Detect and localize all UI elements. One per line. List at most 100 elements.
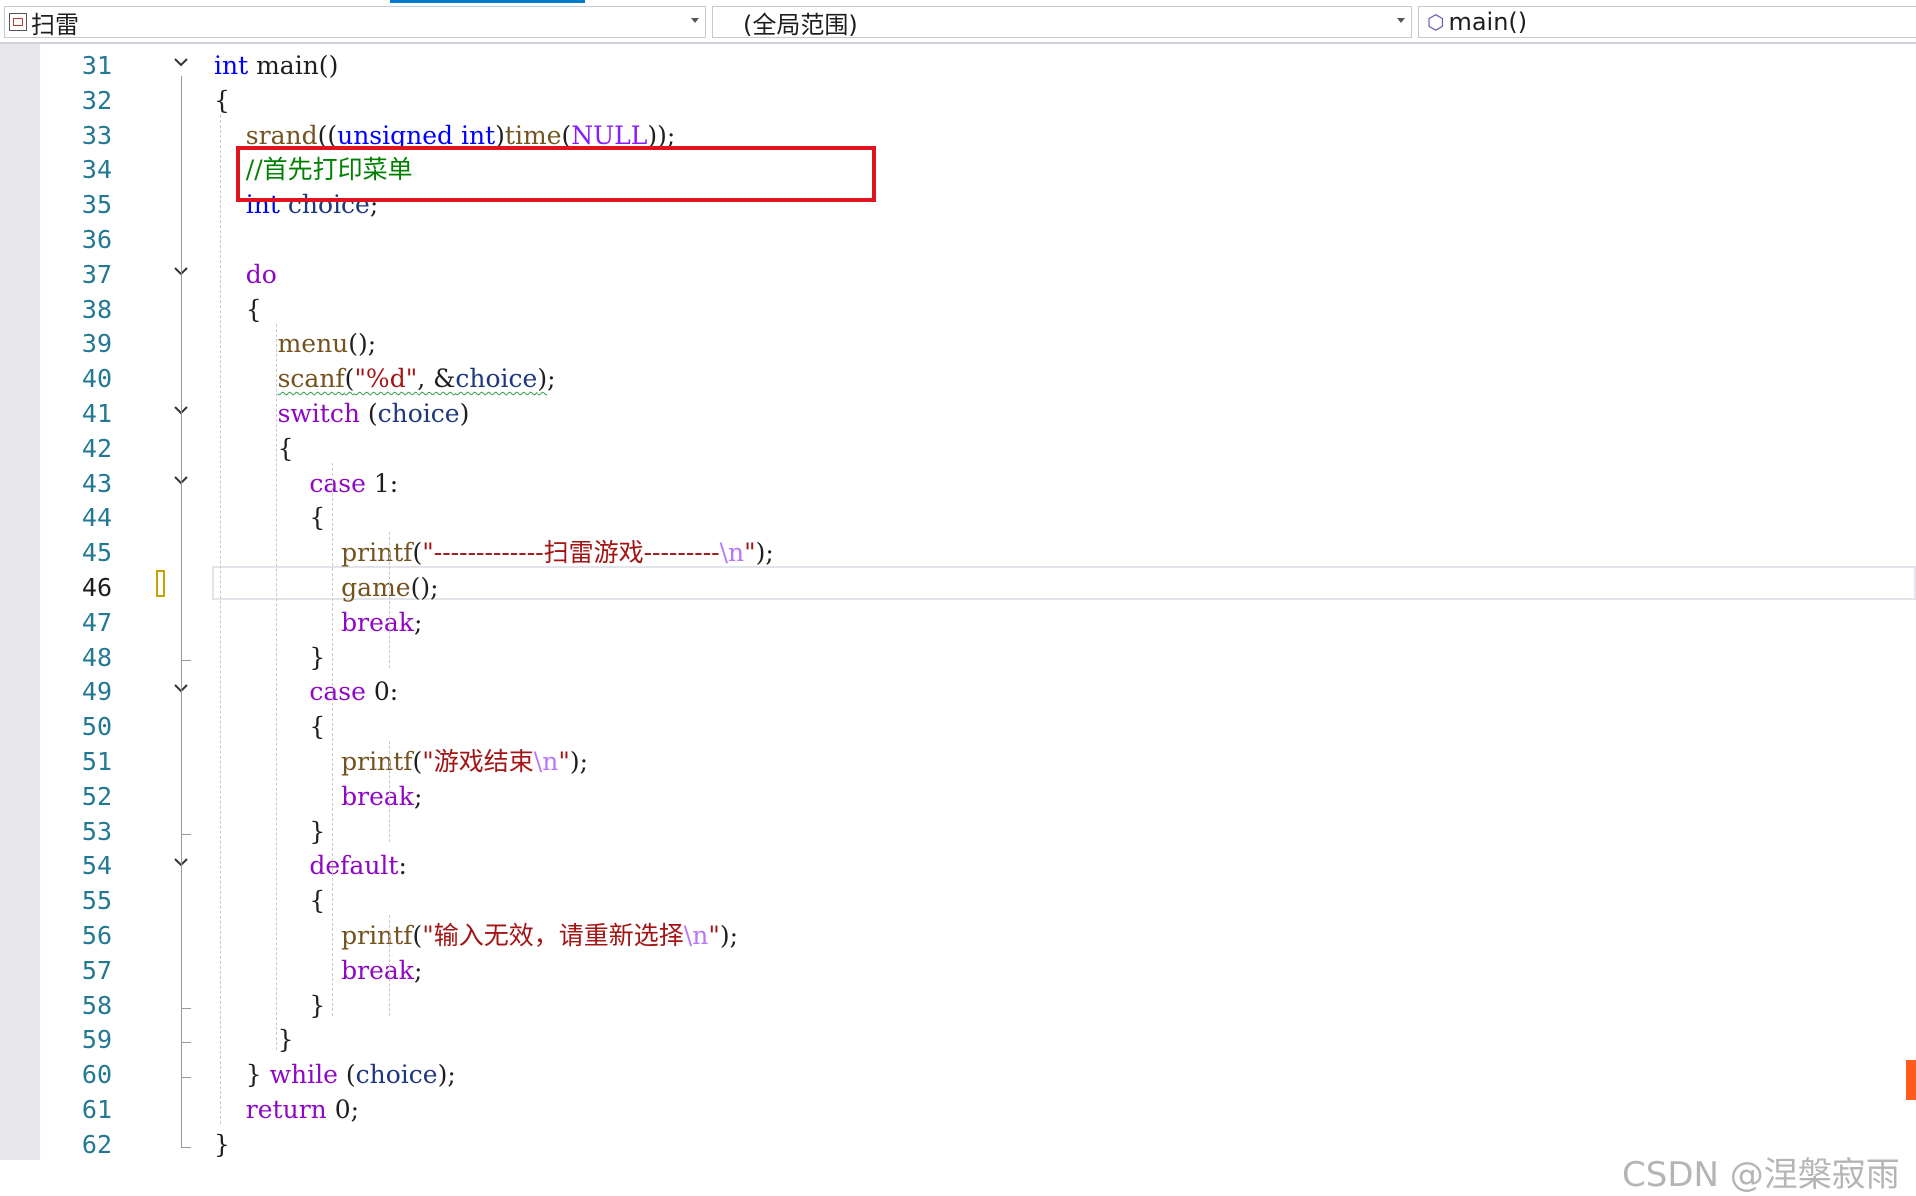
line-number: 56 (81, 921, 112, 950)
code-token: printf (341, 538, 413, 568)
code-line[interactable]: 45 printf("-------------扫雷游戏---------\n"… (0, 535, 1916, 570)
indent-guide (389, 915, 390, 1016)
code-text: } while (choice); (214, 1057, 456, 1092)
member-name: main() (1448, 8, 1528, 36)
code-text: { (214, 292, 262, 327)
code-token: ); (437, 1060, 456, 1090)
code-line[interactable]: 55 { (0, 883, 1916, 918)
code-token: default (309, 851, 399, 881)
code-token: ( (412, 747, 423, 776)
indent-guide (389, 532, 390, 668)
method-cube-icon: ⬡ (1427, 10, 1445, 34)
navigation-bar: 扫雷 (全局范围) ⬡ main() (0, 0, 1916, 44)
collapse-chevron-icon[interactable] (174, 57, 188, 69)
code-line[interactable]: 37 do (0, 257, 1916, 292)
code-line[interactable]: 39 menu(); (0, 326, 1916, 361)
code-token: ; (413, 607, 423, 637)
line-number: 43 (81, 468, 112, 498)
collapse-chevron-icon[interactable] (174, 266, 188, 278)
code-token: choice (355, 1060, 438, 1090)
code-token: return (245, 1095, 327, 1124)
code-line[interactable]: 47 break; (0, 605, 1916, 640)
outline-bar-end (181, 1007, 191, 1009)
code-token: } (214, 1060, 270, 1090)
code-token: "%d" (354, 364, 418, 394)
code-token: : (398, 851, 407, 881)
line-number: 42 (81, 433, 112, 463)
code-text: case 0: (214, 674, 398, 709)
code-line[interactable]: 43 case 1: (0, 466, 1916, 501)
code-token: \n (719, 538, 745, 568)
chevron-down-icon[interactable] (691, 18, 699, 23)
code-text: scanf("%d", &choice); (214, 361, 556, 396)
code-token: } (214, 990, 326, 1020)
scope-dropdown[interactable]: (全局范围) (712, 6, 1412, 39)
project-dropdown[interactable]: 扫雷 (4, 6, 706, 39)
code-line[interactable]: 61 return 0; (0, 1092, 1916, 1127)
line-number: 47 (81, 607, 112, 637)
code-line[interactable]: 56 printf("输入无效，请重新选择\n"); (0, 918, 1916, 953)
code-text: int main() (214, 48, 338, 83)
code-token: } (214, 1025, 294, 1055)
indent-guide (332, 462, 333, 1016)
code-line[interactable]: 50 { (0, 709, 1916, 744)
code-line[interactable]: 49 case 0: (0, 674, 1916, 709)
code-line[interactable]: 36 (0, 222, 1916, 257)
code-token: ; (547, 364, 556, 394)
line-number: 62 (81, 1129, 112, 1159)
collapse-chevron-icon[interactable] (174, 683, 188, 695)
code-line[interactable]: 44 { (0, 500, 1916, 535)
member-dropdown[interactable]: ⬡ main() (1418, 6, 1916, 38)
code-text: break; (214, 953, 422, 988)
code-text: printf("游戏结束\n"); (214, 744, 588, 779)
code-line[interactable]: 59 } (0, 1022, 1916, 1057)
code-line[interactable]: 51 printf("游戏结束\n"); (0, 744, 1916, 779)
code-line[interactable]: 48 } (0, 640, 1916, 675)
code-line[interactable]: 42 { (0, 431, 1916, 466)
line-number: 39 (81, 329, 112, 359)
code-token: { (214, 85, 230, 115)
code-line[interactable]: 60 } while (choice); (0, 1057, 1916, 1092)
code-token: ); (755, 538, 774, 568)
code-token: 0; (326, 1095, 360, 1124)
indent-guide (276, 323, 277, 1051)
code-line[interactable]: 41 switch (choice) (0, 396, 1916, 431)
code-token: \n (533, 747, 559, 776)
code-text: { (214, 431, 294, 466)
code-line[interactable]: 54 default: (0, 848, 1916, 883)
code-line[interactable]: 46 game(); (0, 570, 1916, 605)
code-token: "游戏结束 (422, 747, 534, 776)
code-token: } (214, 642, 326, 672)
code-line[interactable]: 57 break; (0, 953, 1916, 988)
code-line[interactable]: 40 scanf("%d", &choice); (0, 361, 1916, 396)
code-editor[interactable]: 31 int main() 32{33 srand((unsigned int)ti… (0, 44, 1916, 1195)
code-text: { (214, 709, 325, 744)
line-number: 32 (81, 85, 112, 115)
line-number: 58 (81, 990, 112, 1020)
code-text: menu(); (214, 326, 377, 361)
outline-bar (181, 702, 182, 834)
collapse-chevron-icon[interactable] (174, 405, 188, 417)
line-number: 40 (81, 364, 112, 394)
code-line[interactable]: 32 { (0, 83, 1916, 118)
code-line[interactable]: 31 int main() (0, 48, 1916, 83)
edge-marker (1906, 1060, 1916, 1100)
code-line[interactable]: 38 { (0, 292, 1916, 327)
collapse-chevron-icon[interactable] (174, 857, 188, 869)
code-token: { (214, 712, 326, 742)
code-line[interactable]: 58 } (0, 988, 1916, 1023)
code-token: ( (337, 1060, 356, 1090)
line-number: 52 (81, 781, 112, 811)
line-number: 53 (81, 816, 112, 846)
code-token: ; (413, 781, 423, 811)
chevron-down-icon[interactable] (1397, 18, 1405, 23)
code-line[interactable]: 53 } (0, 814, 1916, 849)
collapse-chevron-icon[interactable] (174, 475, 188, 487)
code-text: } (214, 1127, 230, 1162)
code-token: ( (344, 364, 355, 394)
code-line[interactable]: 52 break; (0, 779, 1916, 814)
